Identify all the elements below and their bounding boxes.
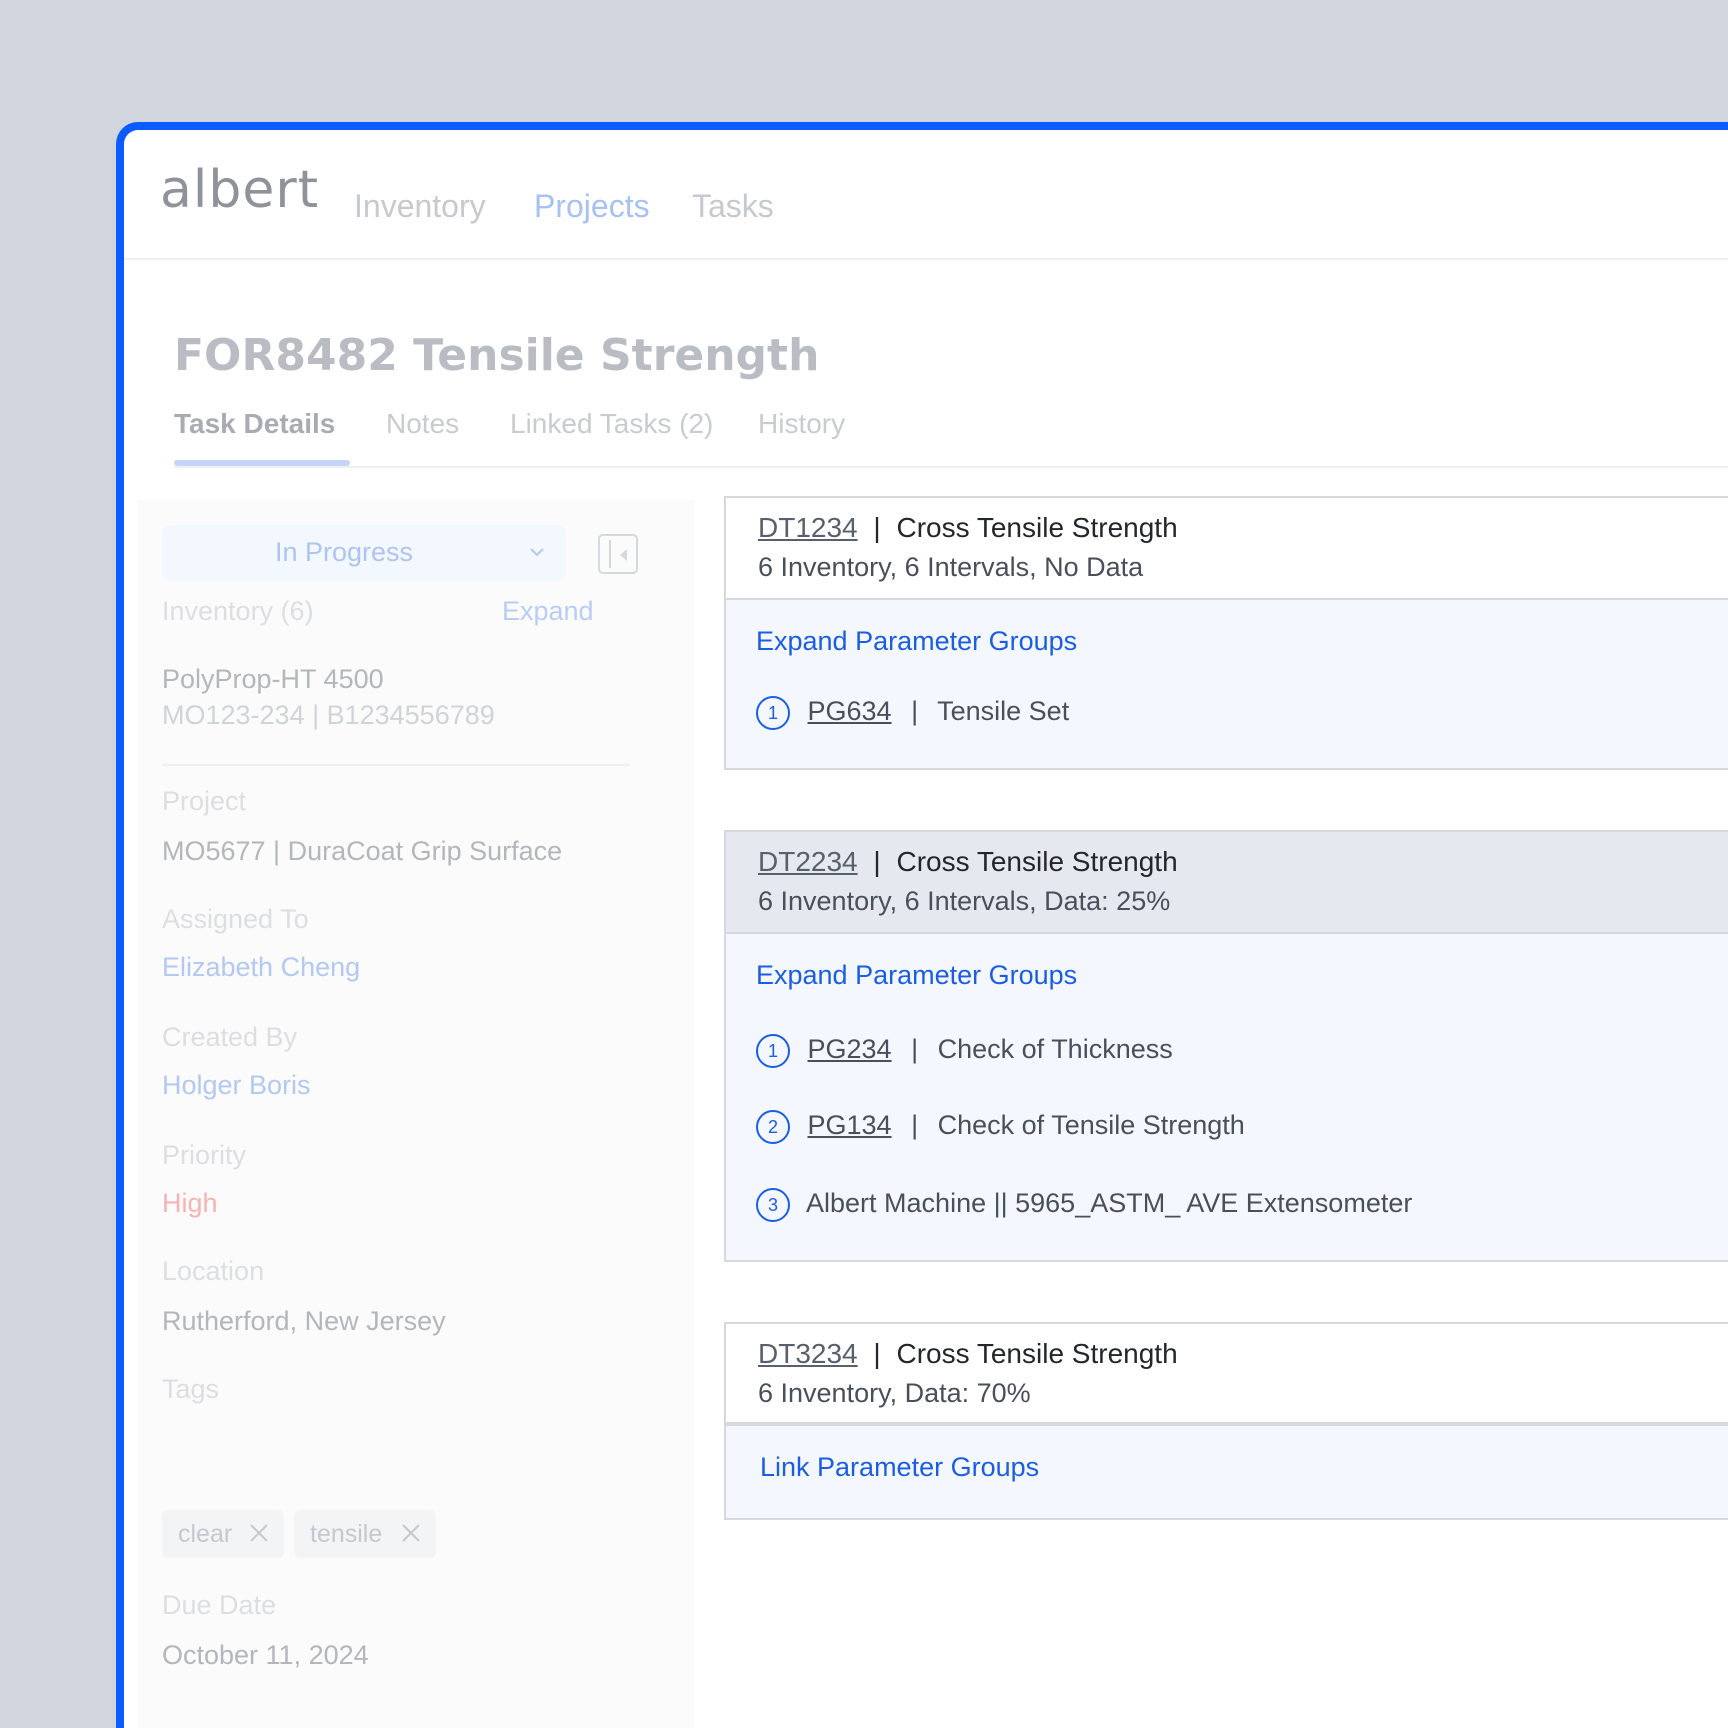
task-card: DT1234 | Cross Tensile Strength 6 Invent… — [724, 496, 1728, 770]
albert-logo[interactable]: albert — [160, 160, 319, 220]
parameter-group-name: Albert Machine || 5965_ASTM_ AVE Extenso… — [806, 1188, 1413, 1219]
tab-task-details[interactable]: Task Details — [174, 408, 350, 466]
inventory-ids: MO123-234 | B1234556789 — [162, 700, 495, 730]
status-value: In Progress — [274, 537, 414, 567]
task-card: DT2234 | Cross Tensile Strength 6 Invent… — [724, 830, 1728, 1262]
tag-label: tensile — [310, 1520, 383, 1548]
inventory-name: PolyProp-HT 4500 — [162, 664, 384, 694]
nav-tasks[interactable]: Tasks — [692, 188, 774, 225]
project-value: MO5677 | DuraCoat Grip Surface — [162, 836, 563, 866]
separator: | — [911, 1110, 919, 1141]
step-number-icon: 2 — [756, 1110, 790, 1144]
tab-bar: Task Details Notes Linked Tasks (2) Hist… — [174, 408, 1728, 468]
card-header[interactable]: DT2234 | Cross Tensile Strength 6 Invent… — [726, 832, 1728, 934]
separator: | — [873, 512, 881, 543]
tags-label: Tags — [162, 1374, 220, 1404]
created-value[interactable]: Holger Boris — [162, 1070, 311, 1101]
card-summary: 6 Inventory, 6 Intervals, No Data — [758, 552, 1144, 582]
step-number-icon: 3 — [756, 1188, 790, 1222]
sidebar-divider — [162, 764, 630, 766]
parameter-group-row: 3 Albert Machine || 5965_ASTM_ AVE Exten… — [756, 1188, 1412, 1222]
inventory-label: Inventory (6) — [162, 596, 314, 626]
card-body: Expand Parameter Groups 1 PG634 | Tensil… — [726, 600, 1728, 768]
expand-inventory-link[interactable]: Expand — [502, 596, 594, 627]
created-label: Created By — [162, 1022, 298, 1052]
task-id-link[interactable]: DT1234 — [758, 512, 858, 543]
card-body: Expand Parameter Groups 1 PG234 | Check … — [726, 934, 1728, 1260]
parameter-group-row: 1 PG234 | Check of Thickness — [756, 1034, 1173, 1068]
task-details-sidebar: In Progress Inventory (6) Expand PolyPro… — [138, 500, 694, 1728]
priority-value: High — [162, 1188, 218, 1218]
card-header[interactable]: DT3234 | Cross Tensile Strength 6 Invent… — [726, 1324, 1728, 1426]
tag-chip: clear — [162, 1510, 284, 1558]
parameter-group-id-link[interactable]: PG634 — [808, 696, 892, 726]
expand-parameter-groups-link[interactable]: Expand Parameter Groups — [756, 626, 1077, 657]
assigned-label: Assigned To — [162, 904, 309, 934]
tab-notes[interactable]: Notes — [386, 408, 459, 440]
parameter-group-id-link[interactable]: PG234 — [808, 1034, 892, 1064]
card-summary: 6 Inventory, 6 Intervals, Data: 25% — [758, 886, 1171, 916]
parameter-group-row: 1 PG634 | Tensile Set — [756, 696, 1069, 730]
collapse-sidebar-icon[interactable] — [598, 534, 638, 574]
tag-label: clear — [178, 1520, 233, 1548]
task-name: Cross Tensile Strength — [896, 512, 1178, 543]
project-label: Project — [162, 786, 247, 816]
expand-parameter-groups-link[interactable]: Expand Parameter Groups — [756, 960, 1077, 991]
parameter-group-row: 2 PG134 | Check of Tensile Strength — [756, 1110, 1245, 1144]
task-name: Cross Tensile Strength — [896, 1338, 1178, 1369]
separator: | — [873, 846, 881, 877]
separator: | — [911, 696, 919, 727]
status-dropdown[interactable]: In Progress — [162, 525, 566, 581]
nav-projects[interactable]: Projects — [534, 188, 650, 225]
card-summary: 6 Inventory, Data: 70% — [758, 1378, 1031, 1408]
card-title: DT1234 | Cross Tensile Strength — [758, 512, 1178, 544]
card-title: DT2234 | Cross Tensile Strength — [758, 846, 1178, 878]
nav-inventory[interactable]: Inventory — [354, 188, 486, 225]
task-card: DT3234 | Cross Tensile Strength 6 Invent… — [724, 1322, 1728, 1520]
task-id-link[interactable]: DT3234 — [758, 1338, 858, 1369]
assigned-value[interactable]: Elizabeth Cheng — [162, 952, 360, 983]
card-title: DT3234 | Cross Tensile Strength — [758, 1338, 1178, 1370]
link-parameter-groups-link[interactable]: Link Parameter Groups — [760, 1452, 1039, 1483]
remove-tag-icon[interactable] — [248, 1522, 270, 1544]
tab-linked-tasks[interactable]: Linked Tasks (2) — [510, 408, 713, 440]
parameter-group-name: Check of Thickness — [937, 1034, 1173, 1065]
location-value: Rutherford, New Jersey — [162, 1306, 446, 1336]
tab-label: Task Details — [174, 408, 336, 439]
due-date-value: October 11, 2024 — [162, 1640, 369, 1670]
step-number-icon: 1 — [756, 696, 790, 730]
card-body: Link Parameter Groups — [726, 1426, 1728, 1518]
step-number-icon: 1 — [756, 1034, 790, 1068]
tag-chip: tensile — [294, 1510, 436, 1558]
app-window: albert Inventory Projects Tasks FOR8482 … — [116, 122, 1728, 1728]
priority-label: Priority — [162, 1140, 247, 1170]
tab-history[interactable]: History — [758, 408, 845, 440]
top-nav: albert Inventory Projects Tasks — [124, 130, 1728, 260]
task-name: Cross Tensile Strength — [896, 846, 1178, 877]
page-title: FOR8482 Tensile Strength — [174, 330, 820, 381]
active-tab-indicator — [174, 460, 350, 466]
parameter-group-name: Check of Tensile Strength — [937, 1110, 1245, 1141]
parameter-group-name: Tensile Set — [937, 696, 1070, 727]
parameter-group-id-link[interactable]: PG134 — [808, 1110, 892, 1140]
separator: | — [911, 1034, 919, 1065]
chevron-down-icon — [530, 548, 544, 557]
separator: | — [873, 1338, 881, 1369]
location-label: Location — [162, 1256, 265, 1286]
card-header[interactable]: DT1234 | Cross Tensile Strength 6 Invent… — [726, 498, 1728, 600]
remove-tag-icon[interactable] — [400, 1522, 422, 1544]
due-date-label: Due Date — [162, 1590, 277, 1620]
task-id-link[interactable]: DT2234 — [758, 846, 858, 877]
